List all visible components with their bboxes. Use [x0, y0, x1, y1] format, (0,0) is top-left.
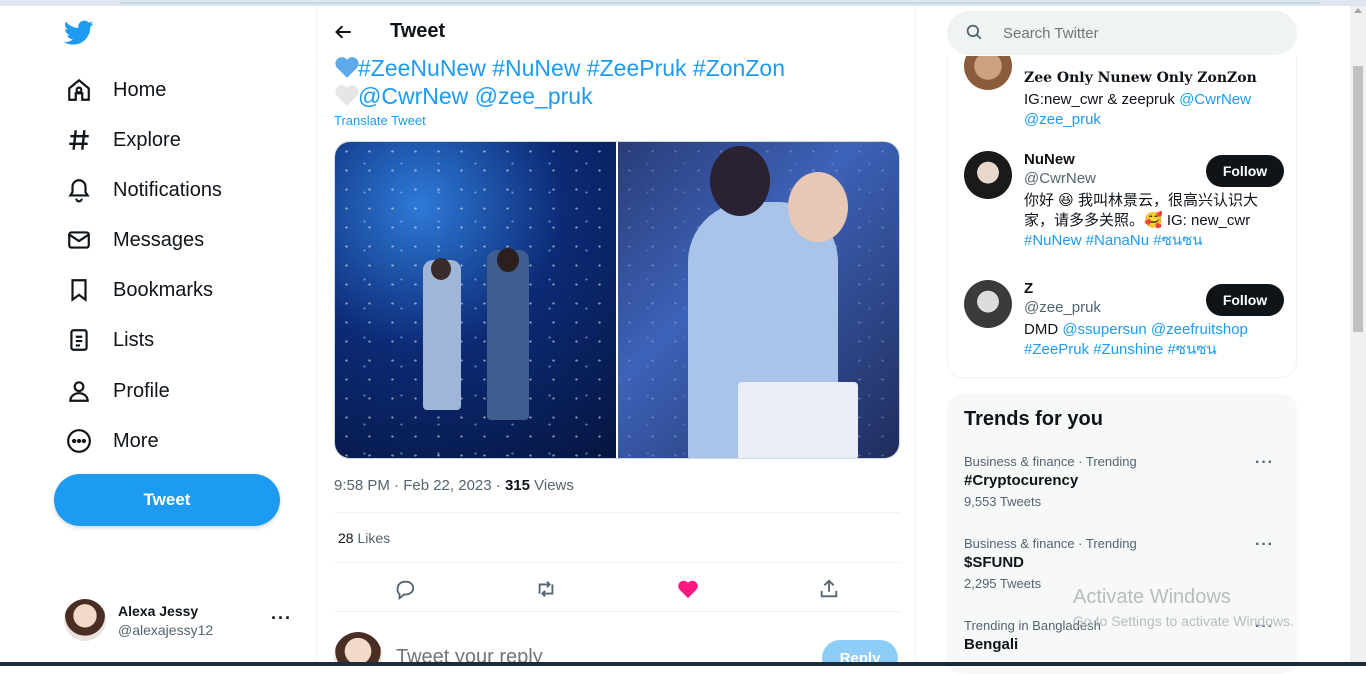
likes-label: Likes	[353, 530, 391, 546]
share-icon[interactable]	[817, 577, 841, 601]
avatar	[334, 632, 382, 666]
back-arrow-icon[interactable]	[334, 22, 358, 46]
relevant-person-bio: 你好 😆 我叫林景云，很高兴认识大家，请多多关照。🥰 IG: new_cwr #N…	[1024, 192, 1258, 249]
views-count: 315	[504, 477, 530, 494]
account-name: Alexa Jessy	[118, 602, 199, 619]
search-bar[interactable]	[947, 11, 1297, 55]
trend-item[interactable]: Business & finance · Trending $SFUND 2,2…	[964, 536, 1284, 591]
nav-notifications[interactable]: Notifications	[64, 168, 222, 212]
taskbar-edge	[0, 662, 1366, 666]
trend-count: 9,553 Tweets	[964, 494, 1042, 509]
scroll-up-arrow-icon[interactable]	[1354, 8, 1362, 13]
tweet-photo-2[interactable]	[618, 142, 899, 458]
mail-icon	[64, 225, 94, 255]
divider	[334, 512, 900, 513]
blue-heart-icon	[334, 55, 359, 78]
nav-lists[interactable]: Lists	[64, 318, 154, 362]
tweet-hashtags[interactable]: #ZeeNuNew #NuNew #ZeePruk #ZonZon	[358, 55, 785, 81]
reply-composer: Reply	[334, 630, 900, 666]
nav-messages-label: Messages	[113, 228, 205, 251]
nav-explore[interactable]: Explore	[64, 118, 181, 162]
relevant-people-panel: Zee Only Nunew Only ZonZon IG:new_cwr & …	[947, 56, 1297, 378]
ellipsis-icon[interactable]: ···	[1255, 454, 1274, 472]
nav-home-label: Home	[113, 78, 167, 101]
tweet-meta: 9:58 PM · Feb 22, 2023 · 315 Views	[334, 477, 574, 494]
ellipsis-icon[interactable]: ···	[271, 608, 292, 629]
nav-more[interactable]: More	[64, 419, 159, 463]
scrollbar[interactable]	[1350, 6, 1366, 666]
like-icon[interactable]	[676, 577, 700, 601]
person-icon	[64, 376, 94, 406]
more-circle-icon	[64, 426, 94, 456]
white-heart-icon	[334, 83, 359, 106]
bell-icon	[64, 175, 94, 205]
hashtag-icon	[64, 125, 94, 155]
trend-item[interactable]: Business & finance · Trending #Cryptocur…	[964, 454, 1284, 509]
nav-notifications-label: Notifications	[113, 178, 222, 201]
home-icon	[64, 75, 94, 105]
trends-panel: Trends for you Business & finance · Tren…	[947, 394, 1297, 674]
nav-profile[interactable]: Profile	[64, 369, 170, 413]
divider	[334, 611, 900, 612]
search-input[interactable]	[1003, 24, 1263, 42]
tweet-timestamp[interactable]: 9:58 PM · Feb 22, 2023 ·	[334, 477, 505, 494]
nav-more-label: More	[113, 429, 159, 452]
lists-icon	[64, 325, 94, 355]
search-icon	[965, 23, 985, 43]
trend-context: Business & finance · Trending	[964, 454, 1137, 469]
tweet-mentions[interactable]: @CwrNew @zee_pruk	[358, 83, 593, 109]
avatar	[964, 151, 1012, 199]
account-switcher[interactable]: Alexa Jessy @alexajessy12 ···	[64, 598, 304, 642]
trends-title: Trends for you	[964, 408, 1103, 430]
follow-button[interactable]: Follow	[1206, 155, 1284, 187]
tweet-button[interactable]: Tweet	[54, 474, 280, 526]
divider	[334, 562, 900, 563]
scrollbar-thumb[interactable]	[1353, 66, 1363, 332]
page-title: Tweet	[390, 20, 446, 42]
nav-messages[interactable]: Messages	[64, 218, 204, 262]
main-column: Tweet #ZeeNuNew #NuNew #ZeePruk #ZonZon …	[318, 6, 916, 666]
trend-topic: #Cryptocurency	[964, 472, 1079, 489]
account-handle: @alexajessy12	[118, 621, 214, 638]
tweet-text: #ZeeNuNew #NuNew #ZeePruk #ZonZon @CwrNe…	[334, 54, 904, 110]
windows-activation-watermark: Activate Windows Go to Settings to activ…	[1073, 586, 1294, 629]
relevant-person-bio: DMD @ssupersun @zeefruitshop #ZeePruk #Z…	[1024, 321, 1248, 358]
nav-explore-label: Explore	[113, 128, 181, 151]
translate-tweet-link[interactable]: Translate Tweet	[334, 113, 426, 128]
trend-context: Business & finance · Trending	[964, 536, 1137, 551]
trend-topic: $SFUND	[964, 554, 1025, 571]
bookmark-icon	[64, 275, 94, 305]
avatar	[964, 280, 1012, 328]
left-navigation: Home Explore Notifications Messages Book…	[0, 6, 317, 666]
nav-lists-label: Lists	[113, 328, 155, 351]
tweet-actions	[334, 574, 900, 604]
retweet-icon[interactable]	[534, 577, 558, 601]
relevant-person-bio: IG:new_cwr & zeepruk @CwrNew @zee_pruk	[1024, 91, 1251, 128]
likes-count: 28	[338, 530, 354, 546]
ellipsis-icon[interactable]: ···	[1255, 536, 1274, 554]
tweet-photo-1[interactable]	[335, 142, 616, 458]
avatar	[64, 599, 106, 641]
reply-icon[interactable]	[393, 577, 417, 601]
nav-home[interactable]: Home	[64, 68, 166, 112]
twitter-logo-icon[interactable]	[63, 20, 98, 50]
relevant-person-name: Zee Only Nunew Only ZonZon	[1024, 70, 1257, 86]
nav-bookmarks-label: Bookmarks	[113, 278, 214, 301]
likes-link[interactable]: 28 Likes	[338, 530, 390, 546]
trend-topic: Bengali	[964, 636, 1019, 653]
avatar	[964, 56, 1012, 90]
views-label: Views	[529, 477, 574, 494]
tweet-media[interactable]	[334, 141, 900, 459]
nav-bookmarks[interactable]: Bookmarks	[64, 268, 213, 312]
nav-profile-label: Profile	[113, 379, 170, 402]
follow-button[interactable]: Follow	[1206, 284, 1284, 316]
